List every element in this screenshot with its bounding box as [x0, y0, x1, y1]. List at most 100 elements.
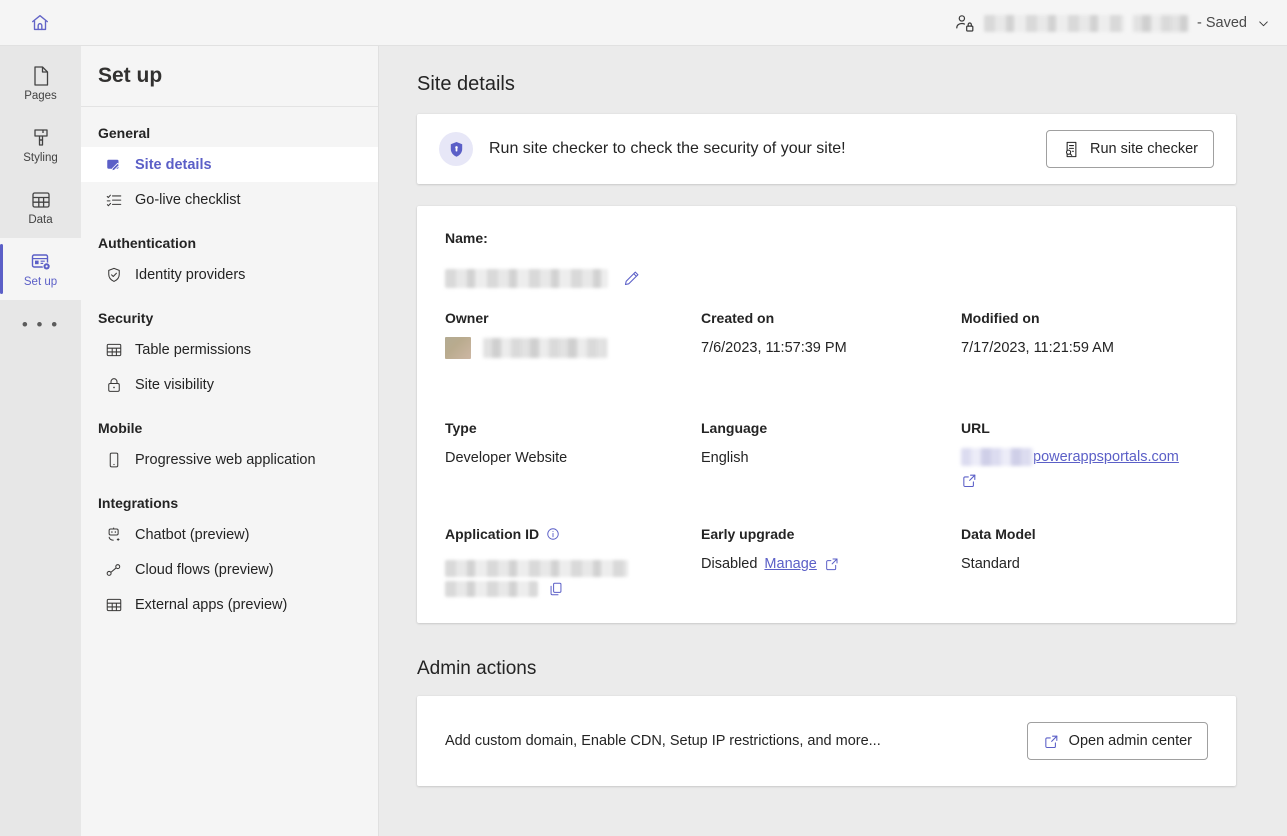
main-content: Site details Run site checker to check t… — [379, 46, 1287, 836]
app-body: Pages Styling Data Set up • • • Set up G… — [0, 46, 1287, 836]
sidebar-item-cloud-flows[interactable]: Cloud flows (preview) — [81, 552, 378, 587]
sidebar-item-chatbot[interactable]: Chatbot (preview) — [81, 517, 378, 552]
details-row-type: Type Developer Website Language English … — [445, 420, 1208, 490]
early-upgrade-value: Disabled — [701, 556, 758, 573]
page-icon — [29, 64, 53, 88]
table-icon — [105, 341, 123, 359]
site-checker-banner: Run site checker to check the security o… — [417, 114, 1236, 184]
admin-actions-row: Add custom domain, Enable CDN, Setup IP … — [417, 696, 1236, 786]
language-label: Language — [701, 420, 768, 436]
site-url-link[interactable]: powerappsportals.com — [1033, 449, 1179, 465]
nav-group-heading-mobile: Mobile — [98, 420, 143, 436]
app-root: - Saved Pages Styling Data Set up • • • … — [0, 0, 1287, 836]
site-checker-message: Run site checker to check the security o… — [489, 140, 846, 157]
created-on-label: Created on — [701, 310, 775, 326]
application-id-redacted-line2 — [445, 581, 538, 598]
shield-lock-icon — [439, 132, 473, 166]
type-value: Developer Website — [445, 450, 568, 466]
sidebar-label-site-details: Site details — [135, 156, 212, 173]
rail-item-data[interactable]: Data — [0, 176, 81, 238]
site-name-value-redacted — [445, 269, 608, 288]
early-upgrade-label: Early upgrade — [701, 526, 795, 543]
top-bar-right: - Saved — [954, 0, 1271, 46]
nav-group-heading-security: Security — [98, 310, 154, 326]
owner-label: Owner — [445, 310, 489, 326]
sidebar-label-table-permissions: Table permissions — [135, 341, 252, 358]
setup-icon — [29, 250, 53, 274]
site-checker-banner-card: Run site checker to check the security o… — [417, 114, 1236, 184]
chevron-down-icon[interactable] — [1256, 16, 1271, 31]
rail-item-pages[interactable]: Pages — [0, 52, 81, 114]
environment-name-redacted — [1133, 14, 1189, 32]
people-lock-icon[interactable] — [954, 13, 975, 34]
manage-link[interactable]: Manage — [764, 556, 816, 572]
copy-icon[interactable] — [548, 581, 564, 597]
site-details-icon — [105, 156, 123, 174]
document-search-icon — [1062, 140, 1081, 159]
open-in-new-icon[interactable] — [961, 472, 978, 489]
pencil-icon[interactable] — [622, 269, 641, 288]
avatar — [445, 337, 471, 359]
rail-item-styling[interactable]: Styling — [0, 114, 81, 176]
lock-icon — [105, 376, 123, 394]
flow-icon — [105, 561, 123, 579]
top-bar: - Saved — [0, 0, 1287, 46]
sidebar-item-progressive-web-application[interactable]: Progressive web application — [81, 442, 378, 477]
url-value: powerappsportals.com — [961, 448, 1208, 490]
open-admin-center-button[interactable]: Open admin center — [1026, 722, 1208, 761]
sidebar-item-external-apps[interactable]: External apps (preview) — [81, 587, 378, 622]
nav-group-heading-integrations: Integrations — [98, 495, 179, 511]
home-icon — [29, 12, 51, 34]
site-details-card: Name: Owner Created on 7/6/2023, 11:57:3… — [417, 206, 1236, 624]
url-label: URL — [961, 420, 990, 436]
sidebar-item-identity-providers[interactable]: Identity providers — [81, 257, 378, 292]
open-in-new-icon[interactable] — [824, 556, 840, 572]
admin-actions-title: Admin actions — [417, 658, 537, 680]
modified-on-label: Modified on — [961, 310, 1040, 326]
rail-item-setup[interactable]: Set up — [0, 238, 81, 300]
created-on-field: Created on 7/6/2023, 11:57:39 PM — [701, 310, 961, 359]
rail-more-button[interactable]: • • • — [0, 300, 81, 350]
table-icon — [105, 596, 123, 614]
owner-field: Owner — [445, 310, 701, 359]
sidebar-label-identity-providers: Identity providers — [135, 266, 246, 283]
saved-status: - Saved — [1197, 15, 1247, 31]
created-on-value: 7/6/2023, 11:57:39 PM — [701, 340, 847, 356]
owner-name-redacted — [483, 338, 607, 358]
modified-on-value: 7/17/2023, 11:21:59 AM — [961, 340, 1114, 356]
left-rail: Pages Styling Data Set up • • • — [0, 46, 81, 836]
name-block: Name: — [445, 230, 1208, 288]
sidebar-item-site-details[interactable]: Site details — [81, 147, 378, 182]
run-site-checker-button[interactable]: Run site checker — [1046, 130, 1214, 168]
early-upgrade-value-row: Disabled Manage — [701, 556, 961, 572]
early-upgrade-field: Early upgrade Disabled Manage — [701, 526, 961, 597]
data-model-field: Data Model Standard — [961, 526, 1208, 597]
home-button[interactable] — [18, 1, 62, 45]
nav-group-heading-authentication: Authentication — [98, 235, 196, 251]
info-icon[interactable] — [546, 527, 560, 541]
admin-actions-card: Add custom domain, Enable CDN, Setup IP … — [417, 696, 1236, 787]
url-prefix-redacted — [961, 448, 1033, 466]
sidebar-label-progressive-web-application: Progressive web application — [135, 451, 316, 468]
sidebar-label-cloud-flows: Cloud flows (preview) — [135, 561, 274, 578]
name-label: Name: — [445, 230, 488, 246]
admin-actions-description: Add custom domain, Enable CDN, Setup IP … — [445, 733, 881, 750]
language-value: English — [701, 450, 749, 466]
sidebar-item-table-permissions[interactable]: Table permissions — [81, 332, 378, 367]
open-in-new-icon — [1043, 733, 1060, 750]
sidebar-item-site-visibility[interactable]: Site visibility — [81, 367, 378, 402]
sidebar-item-go-live-checklist[interactable]: Go-live checklist — [81, 182, 378, 217]
setup-panel: Set up General Site details Go-live chec… — [81, 46, 379, 836]
checklist-icon — [105, 191, 123, 209]
phone-icon — [105, 451, 123, 469]
details-row-owner: Owner Created on 7/6/2023, 11:57:39 PM M… — [445, 310, 1208, 359]
paintbrush-icon — [29, 126, 53, 150]
type-label: Type — [445, 420, 477, 436]
rail-label-data: Data — [28, 213, 53, 226]
data-model-value: Standard — [961, 556, 1020, 573]
rail-label-pages: Pages — [24, 89, 57, 102]
application-id-field: Application ID — [445, 526, 701, 598]
application-id-label: Application ID — [445, 526, 701, 542]
open-admin-center-label: Open admin center — [1068, 733, 1192, 750]
table-icon — [29, 188, 53, 212]
